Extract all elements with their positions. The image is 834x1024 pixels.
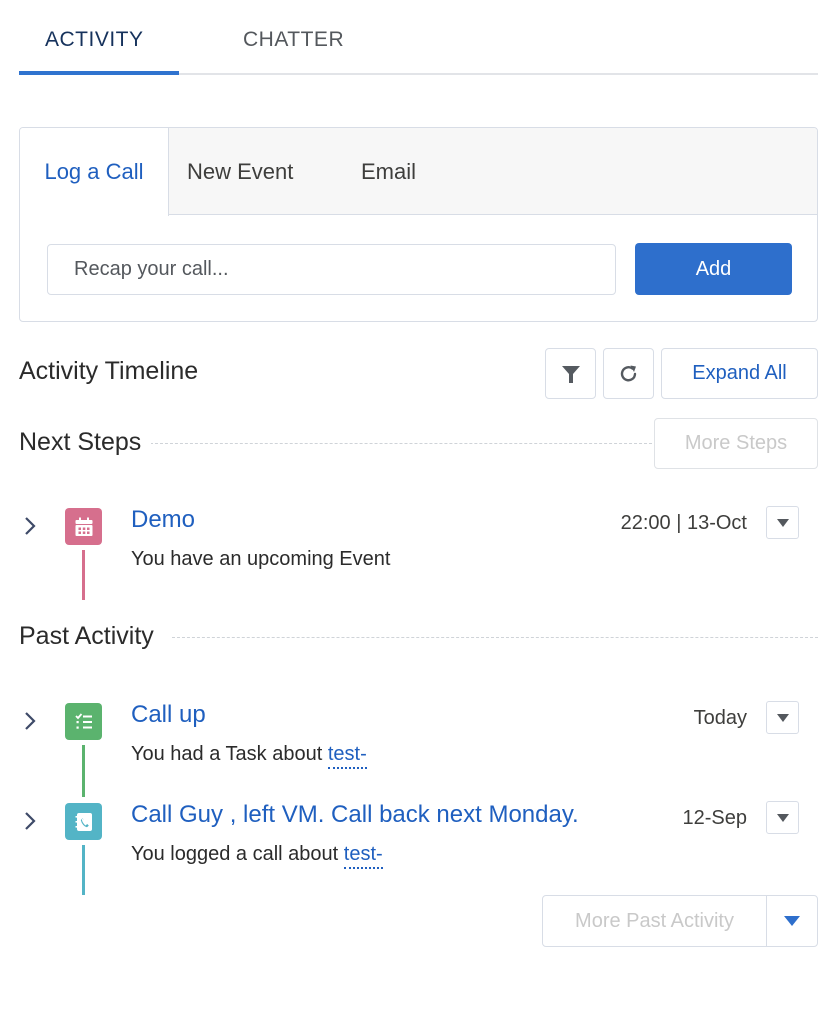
event-actions-menu[interactable] [766,506,799,539]
past-activity-title: Past Activity [19,622,164,651]
refresh-button[interactable] [603,348,654,399]
top-tabs: ACTIVITY CHATTER [19,0,818,75]
call-actions-menu[interactable] [766,801,799,834]
tab-log-a-call[interactable]: Log a Call [20,128,169,216]
refresh-icon [620,365,636,381]
caret-down-icon [776,713,789,722]
call-subtitle-text: You logged a call about [131,843,344,865]
recap-call-input[interactable] [47,244,616,295]
more-past-activity-button: More Past Activity [543,896,767,946]
calendar-icon [75,517,92,536]
task-actions-menu[interactable] [766,701,799,734]
chevron-right-icon[interactable] [22,514,38,538]
publisher-tab-bar: Log a Call New Event Email [20,128,817,216]
phone-book-icon [75,812,92,831]
task-subtitle: You had a Task about test- [131,743,367,769]
activity-timeline-title: Activity Timeline [19,357,199,385]
task-related-link[interactable]: test- [327,743,367,769]
call-related-link[interactable]: test- [343,843,383,869]
task-date: Today [693,707,747,729]
expand-all-button[interactable]: Expand All [661,348,818,399]
next-steps-divider [150,443,652,444]
timeline-connector [82,550,85,600]
tab-activity[interactable]: ACTIVITY [45,28,144,52]
active-tab-indicator [19,71,179,75]
more-steps-button: More Steps [654,418,818,469]
past-activity-divider [172,637,818,638]
timeline-connector [82,845,85,895]
caret-down-icon [776,813,789,822]
call-subtitle: You logged a call about test- [131,843,383,869]
filter-button[interactable] [545,348,596,399]
call-icon-badge [65,803,102,840]
event-title-link[interactable]: Demo [131,506,195,534]
event-subtitle: You have an upcoming Event [131,548,391,570]
task-subtitle-text: You had a Task about [131,743,328,765]
filter-icon [561,365,580,383]
chevron-right-icon[interactable] [22,809,38,833]
more-past-activity-dropdown[interactable] [767,896,817,946]
caret-down-icon [776,518,789,527]
more-past-activity-group: More Past Activity [542,895,818,947]
task-list-icon [74,712,92,729]
add-button[interactable]: Add [635,243,792,295]
next-steps-title: Next Steps [19,428,152,457]
tab-new-event[interactable]: New Event [187,128,293,215]
task-icon-badge [65,703,102,740]
timeline-connector [82,745,85,797]
tab-chatter[interactable]: CHATTER [243,28,344,52]
event-date: 22:00 | 13-Oct [620,512,747,534]
event-icon-badge [65,508,102,545]
task-title-link[interactable]: Call up [131,701,206,729]
activity-publisher: Log a Call New Event Email Add [19,127,818,322]
call-title-link[interactable]: Call Guy , left VM. Call back next Monda… [131,801,579,829]
tab-email[interactable]: Email [361,128,416,215]
call-date: 12-Sep [682,807,748,829]
chevron-right-icon[interactable] [22,709,38,733]
caret-down-icon [784,916,800,926]
